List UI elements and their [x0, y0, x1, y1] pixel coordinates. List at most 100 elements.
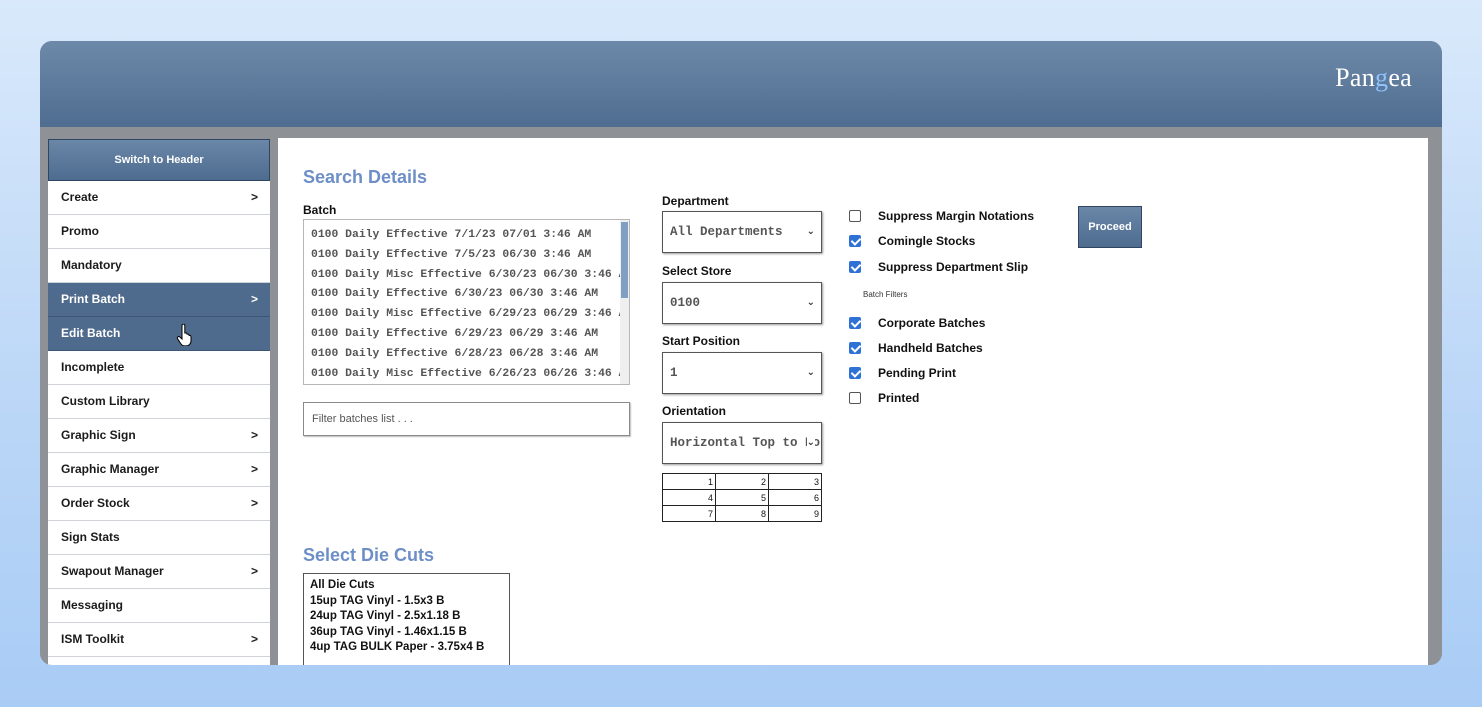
logo-text-end: ea — [1388, 63, 1412, 92]
checkbox[interactable] — [849, 261, 861, 273]
switch-to-header-button[interactable]: Switch to Header — [48, 139, 270, 181]
chevron-down-icon: ⌄ — [806, 226, 815, 237]
chevron-right-icon: > — [250, 462, 258, 476]
sidebar-item-swapout-manager[interactable]: Swapout Manager > — [48, 555, 270, 589]
logo-text-dot: g — [1375, 63, 1389, 92]
list-item[interactable]: 36up TAG Vinyl - 1.46x1.15 B — [310, 625, 509, 641]
header-bar: Pangea — [40, 41, 1442, 127]
grid-cell: 3 — [768, 473, 822, 490]
grid-cell: 6 — [768, 489, 822, 506]
department-select[interactable]: All Departments ⌄ — [662, 211, 822, 253]
chevron-right-icon: > — [250, 632, 258, 646]
position-grid: 1 2 3 4 5 6 7 8 9 — [662, 473, 822, 522]
sidebar-item-label: Order Stock — [61, 496, 130, 510]
list-item[interactable]: 0100 Daily Effective 6/30/23 06/30 3:46 … — [311, 285, 629, 305]
list-item[interactable]: All Die Cuts — [310, 578, 509, 594]
sidebar-item-print-batch[interactable]: Print Batch > — [48, 283, 270, 317]
checkbox-label: Printed — [878, 391, 920, 405]
main-panel: Search Details Batch 0100 Daily Effectiv… — [278, 138, 1428, 665]
start-position-label: Start Position — [662, 334, 741, 348]
checkbox-label: Handheld Batches — [878, 341, 983, 355]
checkbox-label: Comingle Stocks — [878, 234, 976, 248]
proceed-button[interactable]: Proceed — [1078, 206, 1142, 248]
sidebar-item-create[interactable]: Create > — [48, 181, 270, 215]
grid-cell: 5 — [715, 489, 769, 506]
list-item[interactable]: 24up TAG Vinyl - 2.5x1.18 B — [310, 609, 509, 625]
sidebar-item-label: Messaging — [61, 598, 124, 612]
checkbox[interactable] — [849, 342, 861, 354]
list-item[interactable]: 0100 Daily Effective 7/1/23 07/01 3:46 A… — [311, 226, 629, 246]
die-cuts-listbox[interactable]: All Die Cuts 15up TAG Vinyl - 1.5x3 B 24… — [303, 573, 510, 665]
comingle-stocks-option[interactable]: Comingle Stocks — [849, 232, 975, 250]
list-item[interactable]: 0100 Daily Effective 6/28/23 06/28 3:46 … — [311, 345, 629, 365]
checkbox[interactable] — [849, 367, 861, 379]
sidebar-item-graphic-manager[interactable]: Graphic Manager > — [48, 453, 270, 487]
suppress-margin-notations-option[interactable]: Suppress Margin Notations — [849, 207, 1034, 225]
checkbox-label: Suppress Margin Notations — [878, 209, 1035, 223]
checkbox[interactable] — [849, 210, 861, 222]
sidebar-item-sign-stats[interactable]: Sign Stats — [48, 521, 270, 555]
sidebar-item-label: Graphic Sign — [61, 428, 136, 442]
search-details-title: Search Details — [303, 167, 428, 187]
list-item[interactable]: 0100 Daily Effective 6/29/23 06/29 3:46 … — [311, 325, 629, 345]
checkbox[interactable] — [849, 392, 861, 404]
orientation-select[interactable]: Horizontal Top to Bot ⌄ — [662, 422, 822, 464]
sidebar-item-custom-library[interactable]: Custom Library — [48, 385, 270, 419]
sidebar-item-label: Graphic Manager — [61, 462, 160, 476]
suppress-department-slip-option[interactable]: Suppress Department Slip — [849, 258, 1028, 276]
handheld-batches-filter[interactable]: Handheld Batches — [849, 339, 983, 357]
checkbox-label: Corporate Batches — [878, 316, 986, 330]
grid-cell: 2 — [715, 473, 769, 490]
corporate-batches-filter[interactable]: Corporate Batches — [849, 314, 985, 332]
chevron-right-icon: > — [250, 292, 258, 306]
sidebar-item-messaging[interactable]: Messaging — [48, 589, 270, 623]
chevron-down-icon: ⌄ — [806, 297, 815, 308]
store-select[interactable]: 0100 ⌄ — [662, 282, 822, 324]
sidebar-item-order-stock[interactable]: Order Stock > — [48, 487, 270, 521]
list-item[interactable]: 15up TAG Vinyl - 1.5x3 B — [310, 594, 509, 610]
sidebar-item-label: Promo — [61, 224, 100, 238]
store-selected-value: 0100 — [670, 296, 701, 310]
start-position-select[interactable]: 1 ⌄ — [662, 352, 822, 394]
batch-listbox[interactable]: 0100 Daily Effective 7/1/23 07/01 3:46 A… — [303, 219, 630, 385]
select-store-label: Select Store — [662, 264, 732, 278]
sidebar-item-graphic-sign[interactable]: Graphic Sign > — [48, 419, 270, 453]
sidebar-item-incomplete[interactable]: Incomplete — [48, 351, 270, 385]
checkbox[interactable] — [849, 317, 861, 329]
grid-cell: 9 — [768, 505, 822, 522]
select-die-cuts-title: Select Die Cuts — [303, 545, 435, 565]
filter-batches-input[interactable] — [303, 402, 630, 436]
sidebar-item-label: Mandatory — [61, 258, 122, 272]
department-label: Department — [662, 194, 729, 208]
scrollbar-thumb[interactable] — [621, 222, 628, 298]
grid-cell: 7 — [662, 505, 716, 522]
list-item[interactable]: 0100 Daily Misc Effective 6/29/23 06/29 … — [311, 305, 629, 325]
printed-filter[interactable]: Printed — [849, 389, 919, 407]
sidebar-item-promo[interactable]: Promo — [48, 215, 270, 249]
sidebar-item-mandatory[interactable]: Mandatory — [48, 249, 270, 283]
checkbox[interactable] — [849, 235, 861, 247]
sidebar-item-label: ISM Toolkit — [61, 632, 125, 646]
batch-list-scrollbar[interactable] — [620, 220, 629, 384]
sidebar-item-ism-toolkit[interactable]: ISM Toolkit > — [48, 623, 270, 657]
list-item[interactable]: 0100 Daily Effective 7/5/23 06/30 3:46 A… — [311, 246, 629, 266]
batch-filters-label: Batch Filters — [863, 290, 908, 299]
sidebar-item-edit-batch[interactable]: Edit Batch — [48, 317, 270, 351]
grid-cell: 4 — [662, 489, 716, 506]
sidebar-item-label: Sign Stats — [61, 530, 120, 544]
chevron-right-icon: > — [250, 496, 258, 510]
department-selected-value: All Departments — [670, 225, 783, 239]
sidebar-item-label: Custom Library — [61, 394, 150, 408]
list-item[interactable]: 0100 Daily Misc Effective 6/26/23 06/26 … — [311, 365, 629, 384]
sidebar-item-label: Incomplete — [61, 360, 125, 374]
checkbox-label: Suppress Department Slip — [878, 260, 1029, 274]
pending-print-filter[interactable]: Pending Print — [849, 364, 956, 382]
sidebar-item-label: Swapout Manager — [61, 564, 164, 578]
list-item[interactable]: 4up TAG BULK Paper - 3.75x4 B — [310, 640, 509, 656]
sidebar-item-label: Print Batch — [61, 292, 126, 306]
checkbox-label: Pending Print — [878, 366, 956, 380]
orientation-label: Orientation — [662, 404, 727, 418]
grid-cell: 1 — [662, 473, 716, 490]
sidebar-item-label: Create — [61, 190, 99, 204]
list-item[interactable]: 0100 Daily Misc Effective 6/30/23 06/30 … — [311, 266, 629, 286]
